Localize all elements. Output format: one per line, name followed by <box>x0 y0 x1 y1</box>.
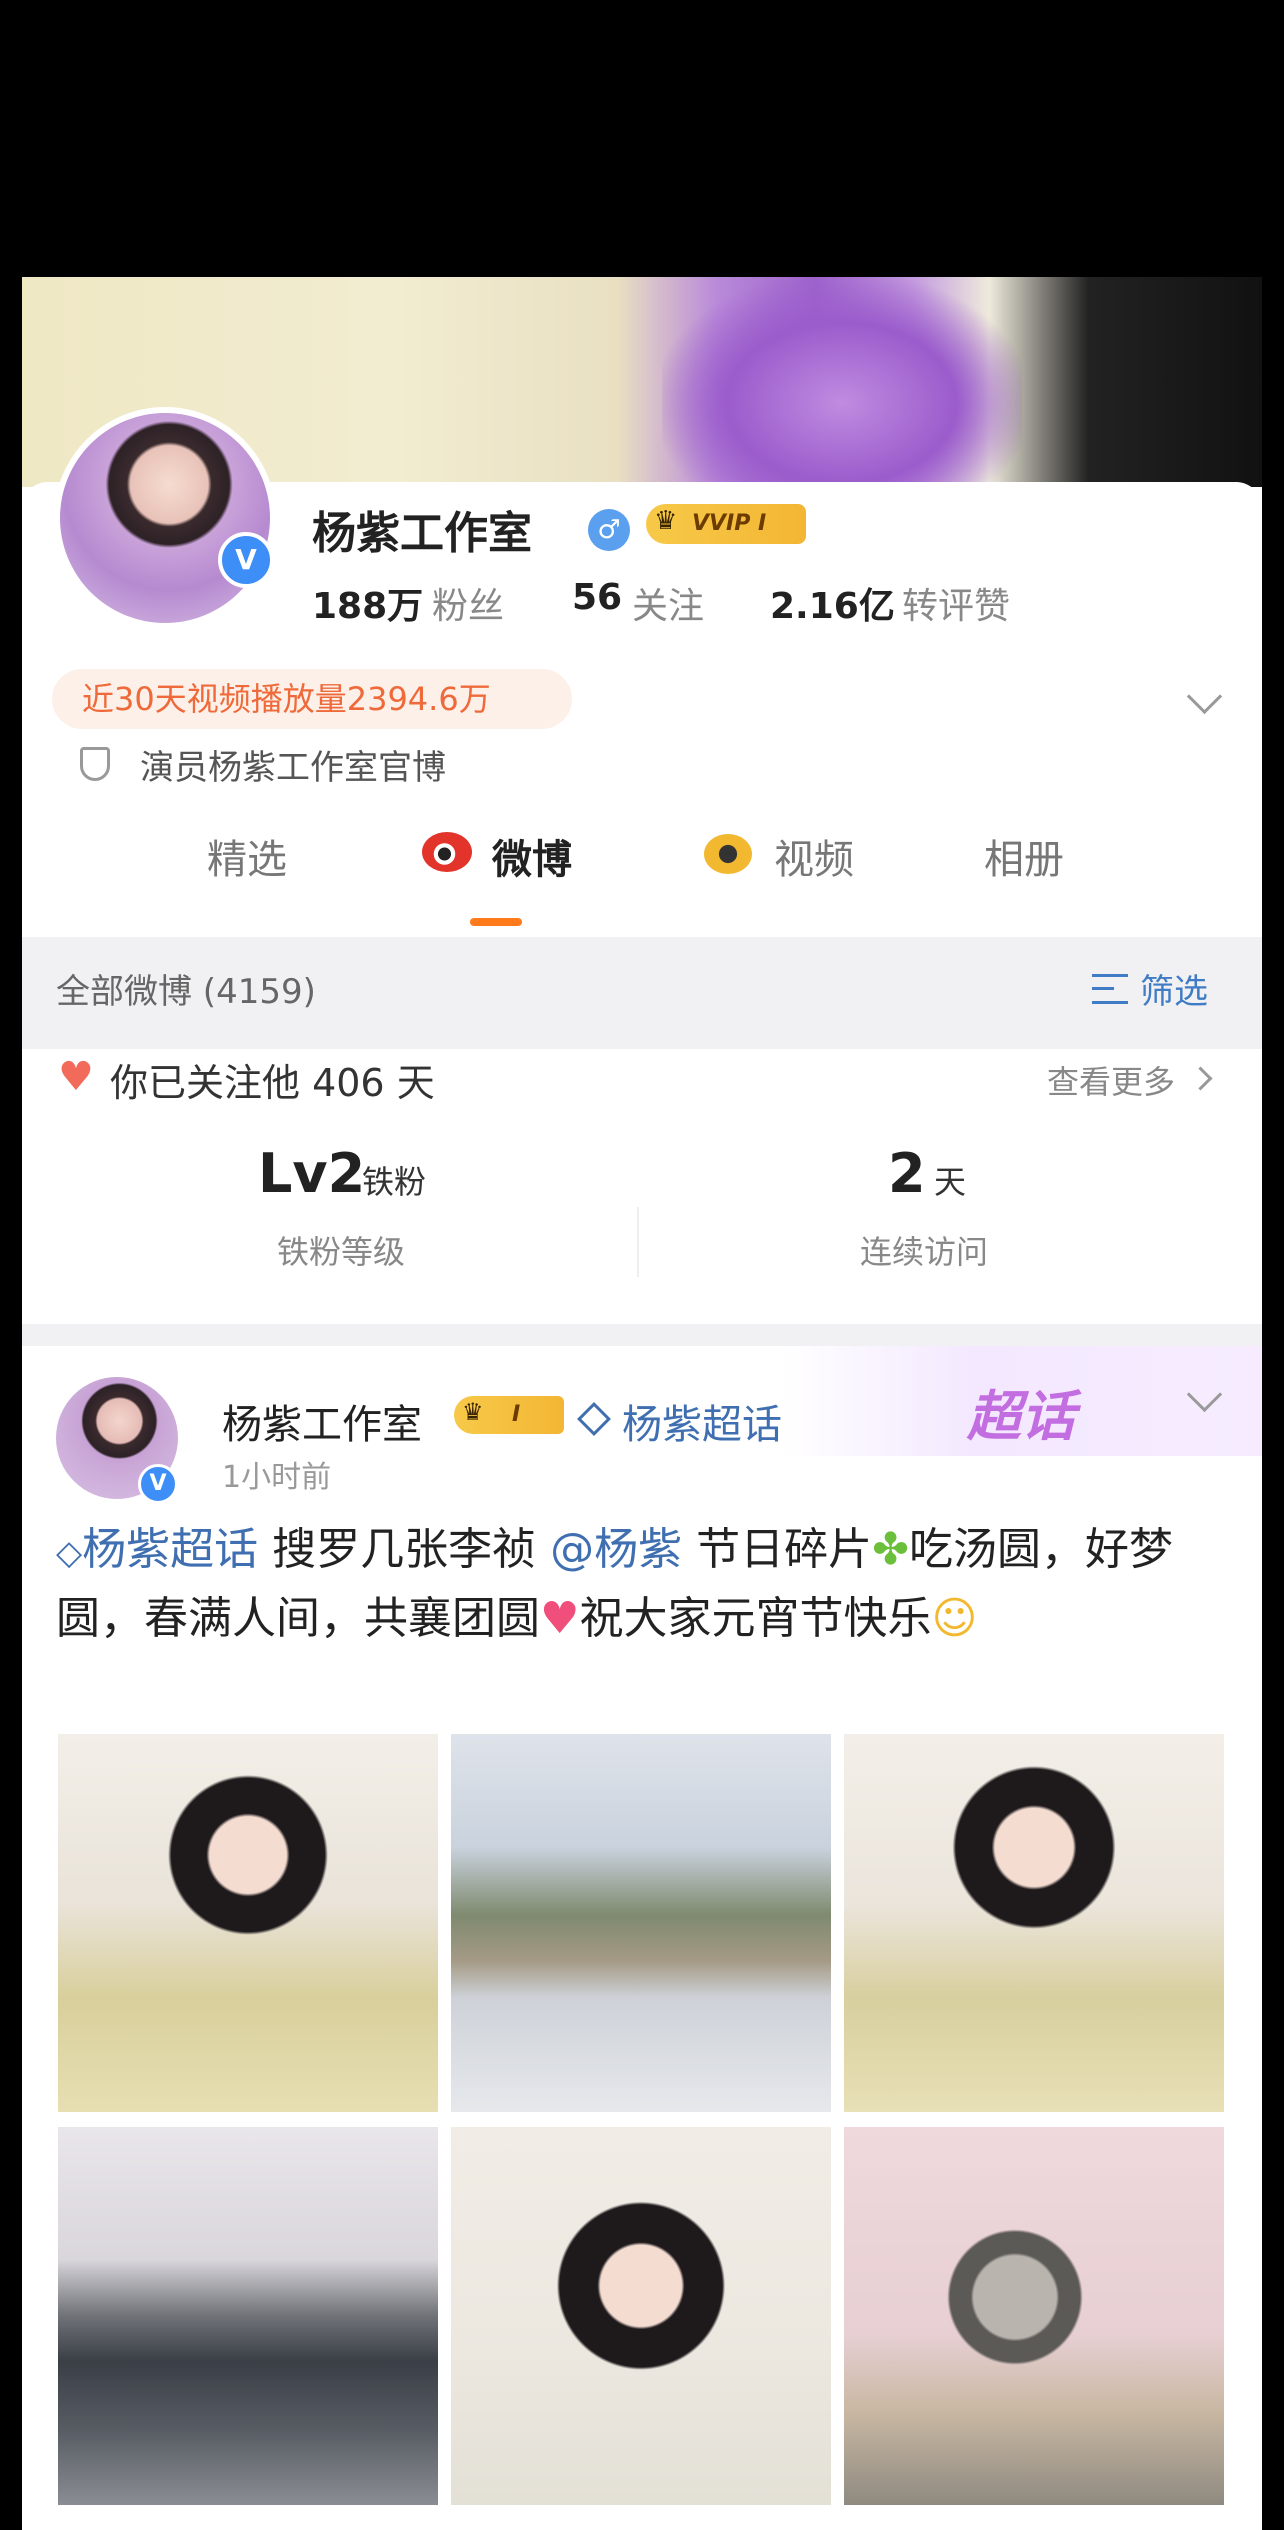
fans-count[interactable]: 188万 <box>312 577 423 629</box>
crown-icon: ♛ <box>462 1398 484 1426</box>
following-label: 关注 <box>632 586 705 627</box>
post-photo-2[interactable] <box>451 1734 831 2112</box>
tab-weibo[interactable]: 微博 <box>492 827 572 885</box>
verification-text: 演员杨紫工作室官博 <box>140 748 446 788</box>
laughing-emoji-icon: ☺ <box>931 1593 978 1644</box>
vip-badge[interactable]: ♛ VVIP I <box>646 504 806 544</box>
heart-emoji-icon: ♥ <box>540 1593 580 1644</box>
post-photo-4[interactable] <box>58 2127 438 2505</box>
see-more-link[interactable]: 查看更多 <box>1047 1057 1175 1103</box>
fan-level-value: Lv2 <box>258 1142 366 1205</box>
profile-screen: V 杨紫工作室 ♂ ♛ VVIP I 188万 粉丝 56 关注 2.16亿 转… <box>22 277 1262 2530</box>
all-posts-count: 全部微博 (4159) <box>56 972 316 1012</box>
weibo-logo-icon <box>422 832 472 872</box>
heart-icon: ♥ <box>58 1054 94 1100</box>
post-vip-badge: ♛ I <box>454 1396 564 1434</box>
post-photo-5[interactable] <box>451 2127 831 2505</box>
active-tab-indicator <box>470 918 522 926</box>
visit-days-value: 2 <box>888 1142 926 1205</box>
filter-icon[interactable] <box>1092 974 1128 1004</box>
fan-level-unit: 铁粉 <box>362 1163 427 1201</box>
chevron-right-icon[interactable] <box>1188 1066 1213 1091</box>
verified-badge-icon: V <box>218 532 274 588</box>
visit-days-label: 连续访问 <box>860 1233 989 1271</box>
filter-button[interactable]: 筛选 <box>1140 964 1208 1013</box>
tab-album[interactable]: 相册 <box>984 827 1064 885</box>
expand-chevron-icon[interactable] <box>1186 678 1223 715</box>
section-separator <box>22 1324 1262 1346</box>
post-topic-link[interactable]: 杨紫超话 <box>82 1524 258 1575</box>
post-photo-3[interactable] <box>844 1734 1224 2112</box>
post-text: ◇杨紫超话 搜罗几张李祯 @杨紫 节日碎片✤吃汤圆，好梦圆，春满人间，共襄团圆♥… <box>56 1524 1174 1644</box>
divider <box>637 1207 639 1277</box>
post-time: 1小时前 <box>222 1460 332 1495</box>
tab-video[interactable]: 视频 <box>774 827 854 885</box>
video-tab-icon <box>704 834 752 874</box>
likes-label: 转评赞 <box>902 586 1011 627</box>
avatar[interactable] <box>60 413 270 623</box>
followed-days-text: 你已关注他 406 天 <box>110 1061 435 1105</box>
mention-link[interactable]: @杨紫 <box>550 1524 682 1575</box>
profile-name: 杨紫工作室 <box>312 508 532 559</box>
post-photo-6[interactable] <box>844 2127 1224 2505</box>
puzzle-emoji-icon: ✤ <box>872 1524 910 1575</box>
supertopic-link[interactable]: 杨紫超话 <box>622 1392 782 1450</box>
diamond-icon <box>577 1402 611 1436</box>
following-count[interactable]: 56 <box>572 577 622 618</box>
visit-days-unit: 天 <box>934 1163 967 1201</box>
supertopic-banner-text: 超话 <box>967 1385 1075 1448</box>
shield-icon <box>80 747 110 781</box>
diamond-icon: ◇ <box>56 1533 83 1573</box>
tab-featured[interactable]: 精选 <box>207 827 287 885</box>
fans-label: 粉丝 <box>432 586 505 627</box>
post-author-name[interactable]: 杨紫工作室 <box>222 1392 422 1450</box>
gender-male-icon: ♂ <box>588 509 630 551</box>
video-plays-pill[interactable]: 近30天视频播放量2394.6万 <box>52 669 572 729</box>
post-verified-badge-icon: V <box>138 1464 178 1504</box>
fan-level-label: 铁粉等级 <box>277 1233 406 1271</box>
crown-icon: ♛ <box>654 506 678 536</box>
profile-card: V 杨紫工作室 ♂ ♛ VVIP I 188万 粉丝 56 关注 2.16亿 转… <box>22 407 1262 2530</box>
post-photo-1[interactable] <box>58 1734 438 2112</box>
likes-count[interactable]: 2.16亿 <box>770 577 895 629</box>
